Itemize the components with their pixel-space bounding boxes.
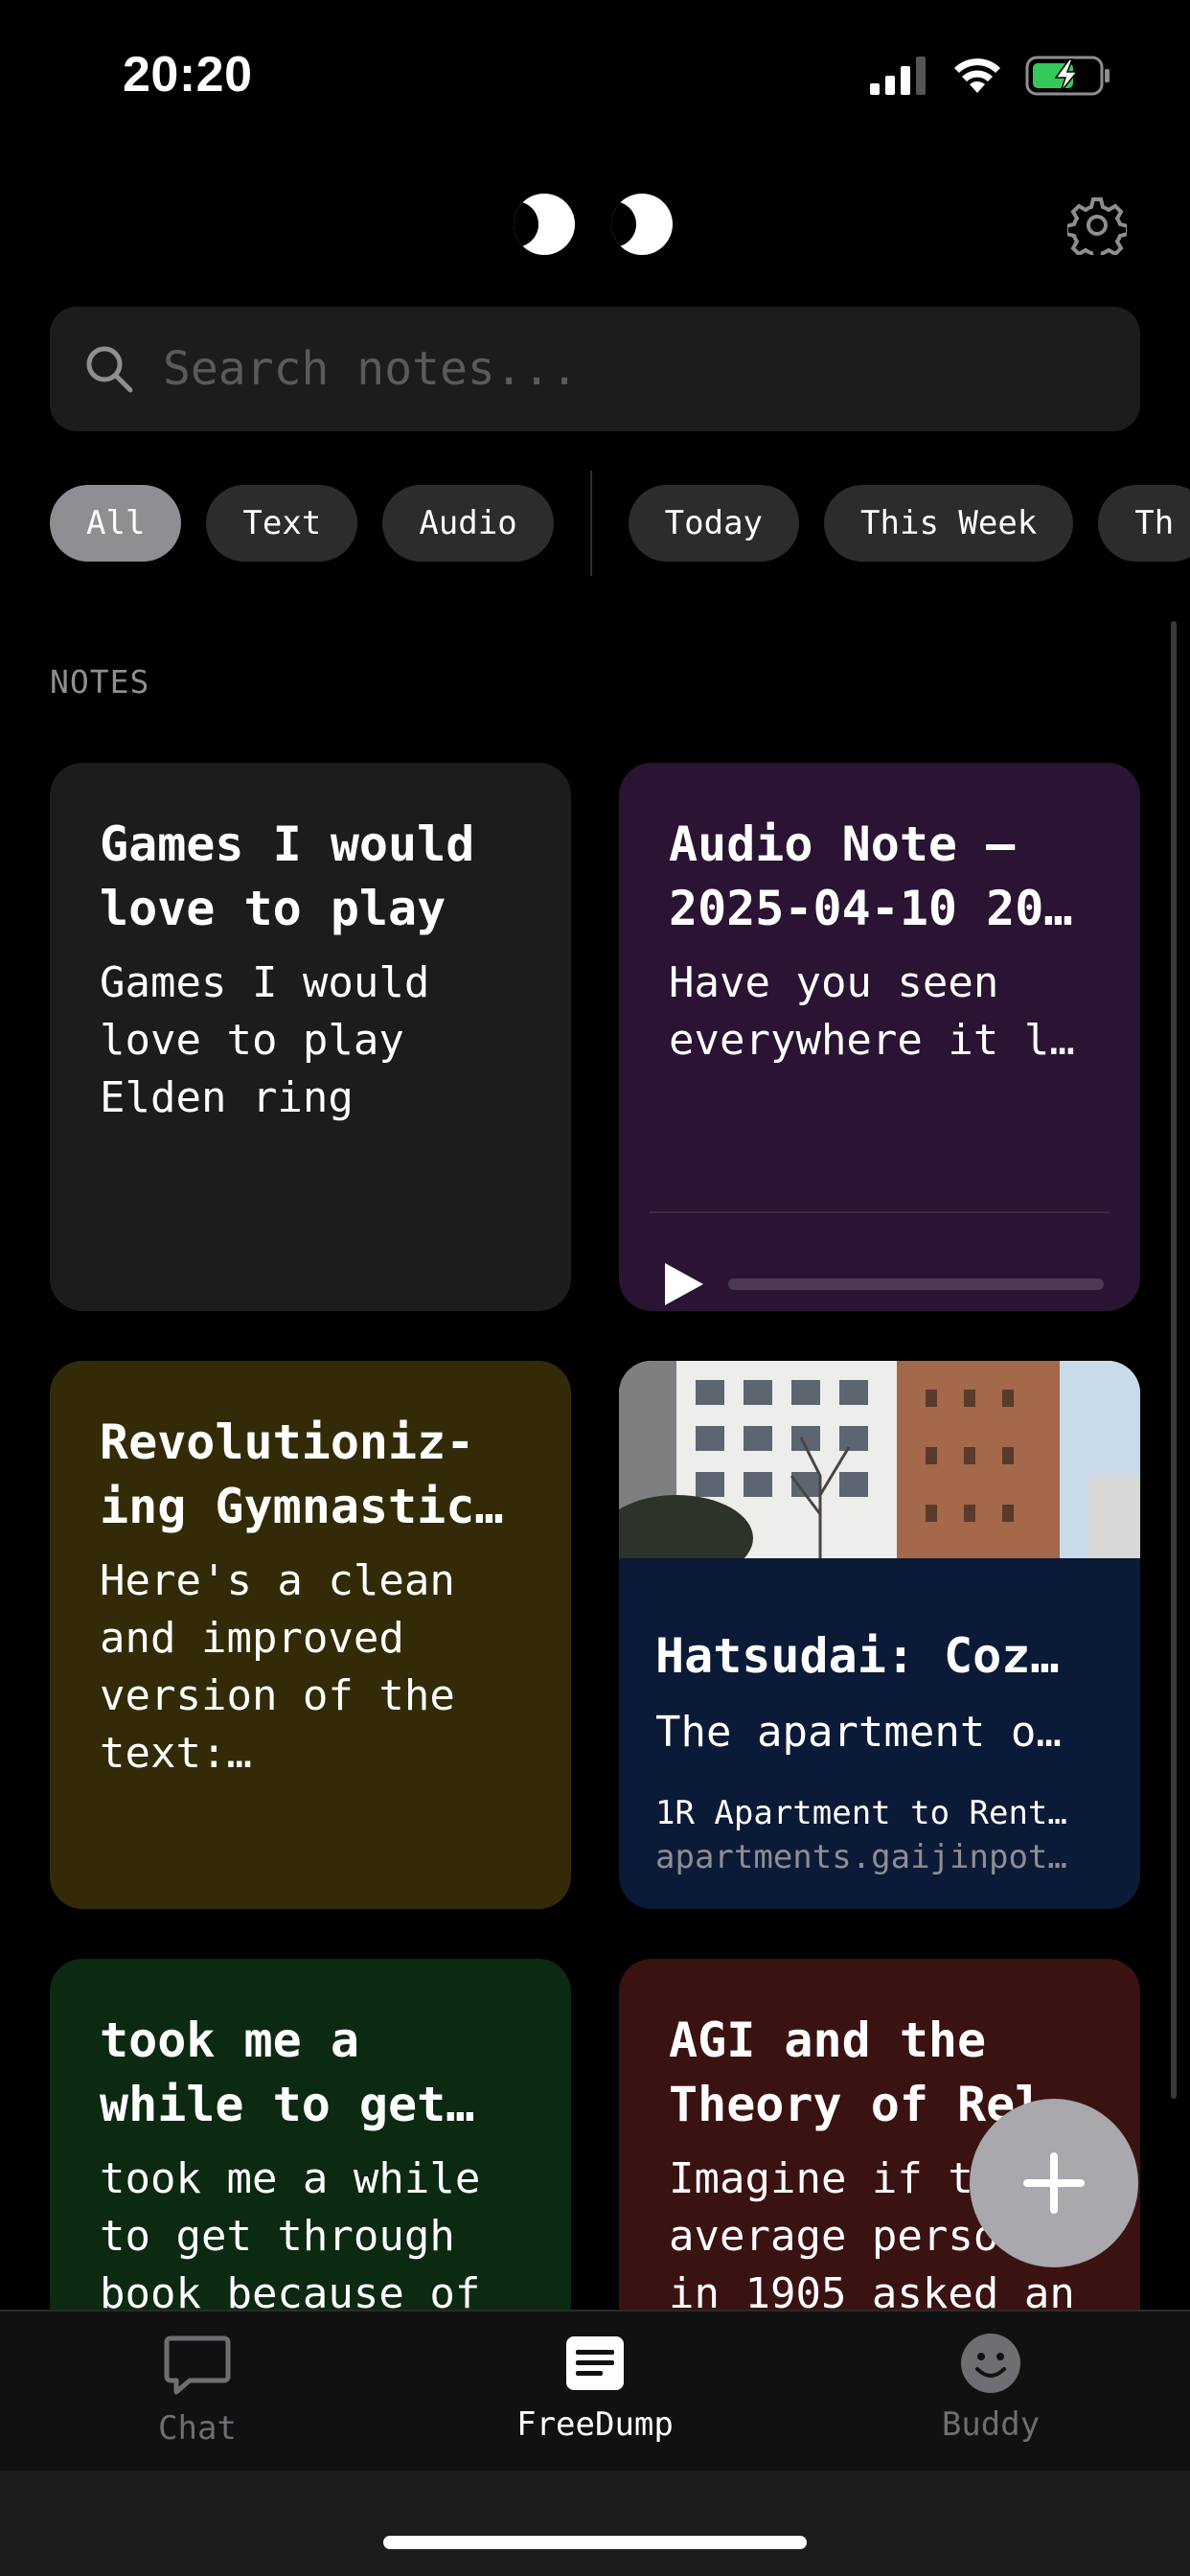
note-title: took me a while to get… [100,2012,475,2132]
note-preview: The apartment o… [655,1708,1062,1757]
note-card-games[interactable]: Games I would love to play Games I would… [50,763,571,1311]
notes-grid: Games I would love to play Games I would… [0,748,1190,2310]
app-screen: 20:20 Search notes... All Text Audio Tod… [0,0,1190,2576]
wifi-icon [954,58,1000,93]
left-eye-icon [514,194,575,255]
note-card-took-me[interactable]: took me a while to get… took me a while … [50,1959,571,2310]
filter-chip-today[interactable]: Today [628,485,800,562]
note-preview: Games I would love to play Elden ring [100,958,430,1122]
play-icon[interactable] [665,1263,703,1305]
audio-divider [650,1211,1110,1213]
filter-divider [589,471,592,576]
section-label-notes: NOTES [50,663,150,701]
status-time: 20:20 [123,47,253,103]
building-image [619,1361,1140,1558]
home-indicator-area [0,2471,1190,2576]
filter-chip-audio[interactable]: Audio [382,485,554,562]
note-card-hatsudai[interactable]: Hatsudai: Coz… The apartment o… 1R Apart… [619,1361,1140,1909]
tab-buddy-label: Buddy [941,2405,1041,2444]
right-eye-icon [611,194,673,255]
app-logo-eyes [514,194,673,255]
note-title: Games I would love to play [100,816,475,936]
chat-bubble-icon [164,2335,231,2395]
note-card-audio[interactable]: Audio Note – 2025-04-10 20… Have you see… [619,763,1140,1311]
search-bar[interactable] [50,307,1140,431]
tab-buddy[interactable]: Buddy [885,2331,1096,2444]
tab-freedump[interactable]: FreeDump [490,2331,700,2444]
tab-bar: Chat FreeDump Buddy [0,2310,1190,2471]
link-preview-title[interactable]: 1R Apartment to Rent… [655,1794,1104,1832]
smiley-face-icon [961,2334,1020,2393]
filter-chip-truncated[interactable]: Th [1098,485,1190,562]
search-icon [86,346,133,393]
filter-chip-this-week[interactable]: This Week [824,485,1074,562]
note-card-gymnastics[interactable]: Revolutioniz- ing Gymnastic… Here's a cl… [50,1361,571,1909]
plus-icon [1023,2152,1085,2214]
link-preview-url[interactable]: apartments.gaijinpot… [655,1838,1104,1876]
filter-chip-text[interactable]: Text [206,485,358,562]
settings-gear-icon[interactable] [1067,196,1127,255]
notes-list-icon [566,2336,624,2390]
battery-charging-icon [1025,56,1110,96]
tab-chat[interactable]: Chat [92,2331,303,2448]
home-indicator[interactable] [383,2536,807,2549]
filter-chip-all[interactable]: All [50,485,182,562]
note-preview: Have you seen everywhere it l… [669,958,1075,1065]
filter-chips: All Text Audio Today This Week Th [50,471,1190,576]
note-preview: Here's a clean and improved version of t… [100,1556,455,1778]
apartment-photo [619,1361,1140,1558]
tab-chat-label: Chat [158,2409,237,2448]
note-title: Hatsudai: Coz… [655,1628,1060,1684]
cellular-signal-icon [870,57,926,95]
status-icons [870,56,1111,96]
note-title: Revolutioniz- ing Gymnastic… [100,1414,504,1534]
add-note-button[interactable] [970,2099,1138,2267]
audio-progress-bar[interactable] [728,1278,1104,1290]
note-title: Audio Note – 2025-04-10 20… [669,816,1073,936]
tab-freedump-label: FreeDump [516,2405,674,2444]
search-input[interactable] [163,342,1025,396]
note-preview: took me a while to get through book beca… [100,2154,481,2310]
